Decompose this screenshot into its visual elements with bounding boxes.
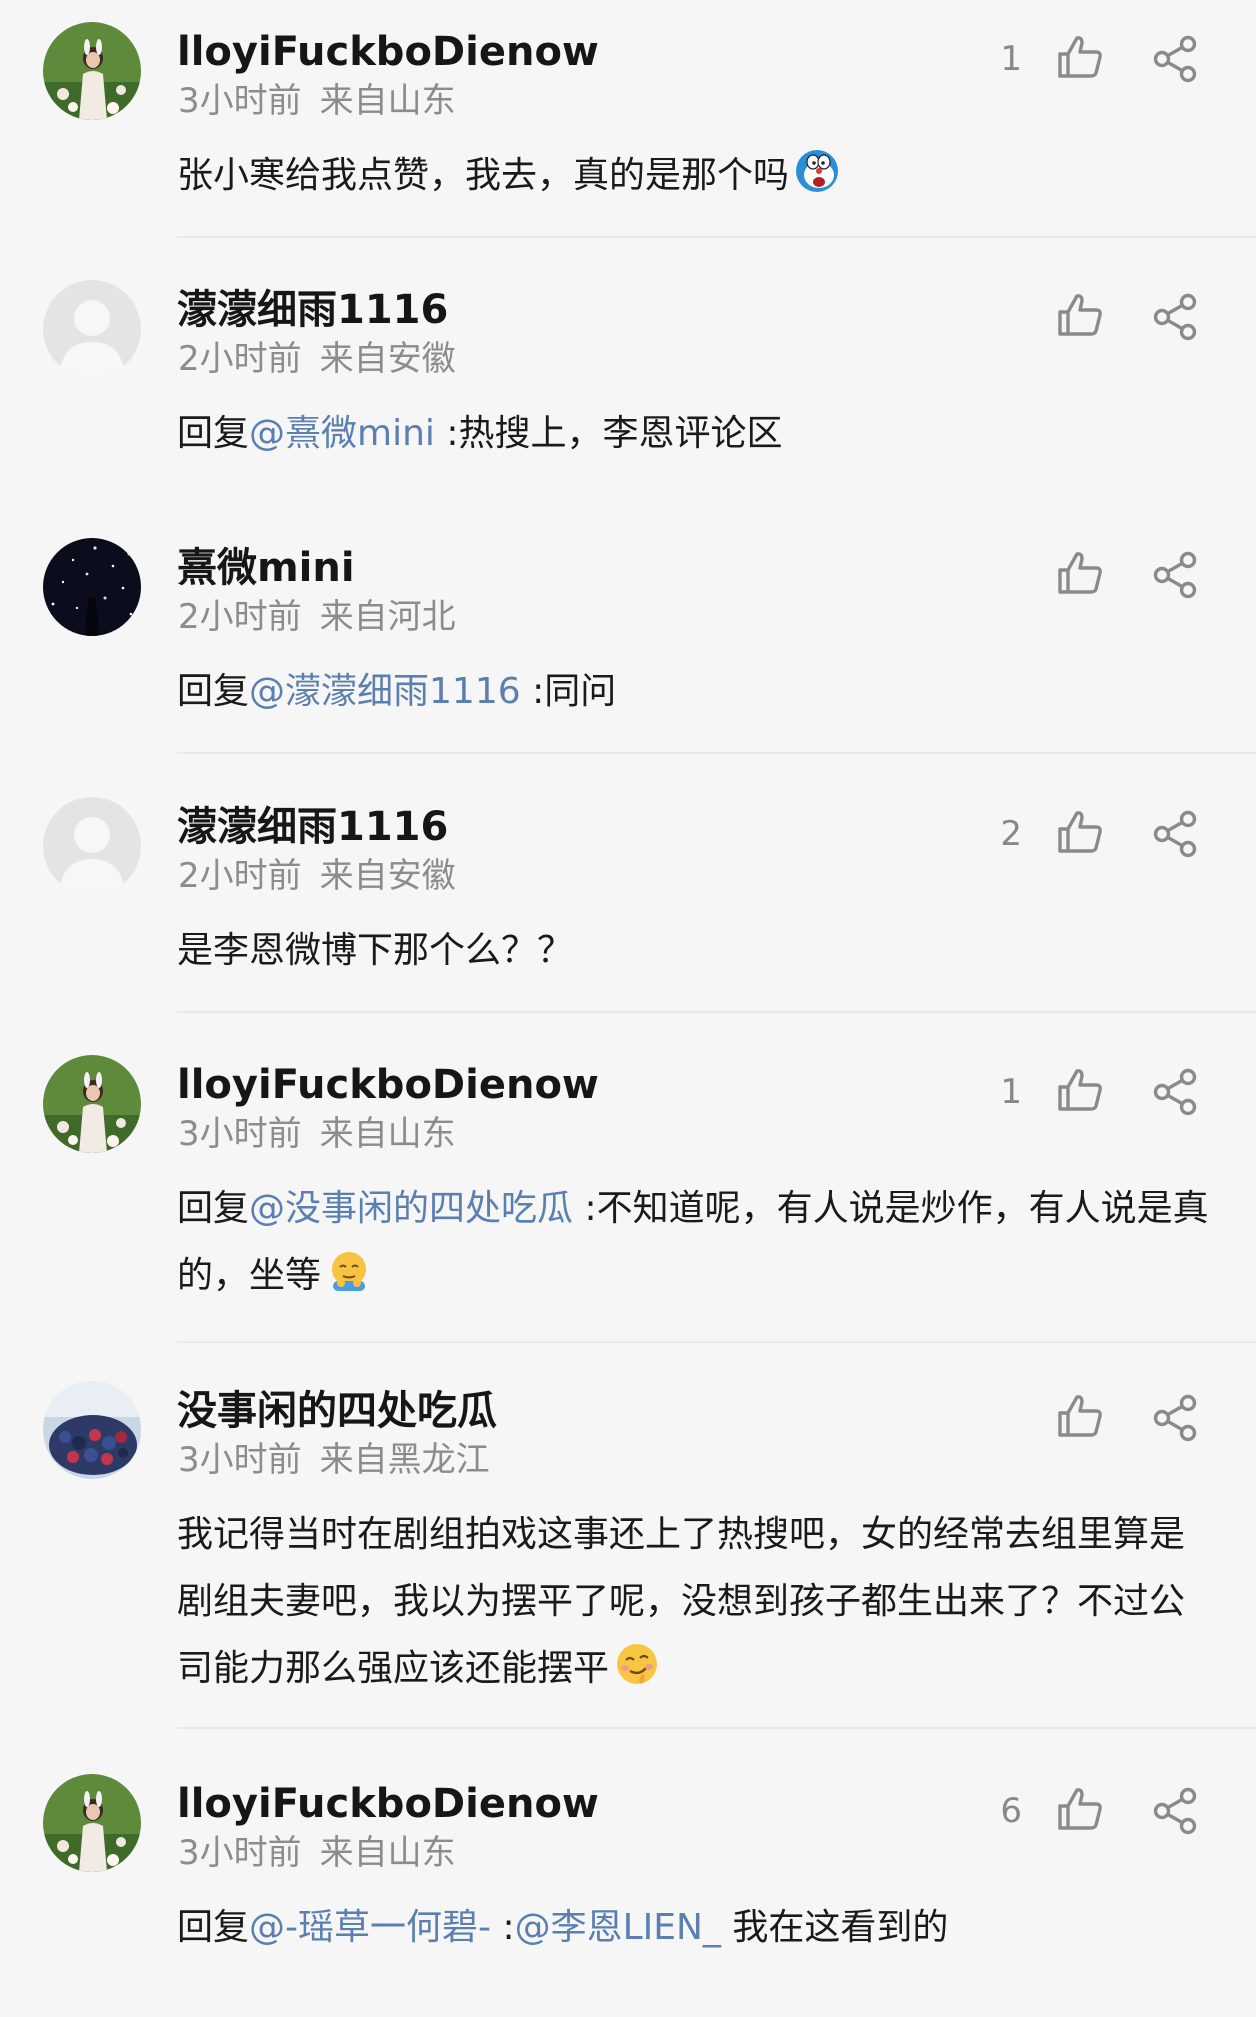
comment-meta: 3小时前 来自山东 [178,78,456,124]
divider [177,1341,1256,1343]
comment-item: 濛濛细雨1116 2小时前 来自安徽 2 是李恩微博下那个么？？ [0,775,1256,1013]
thumbs-up-icon[interactable] [1056,1392,1104,1440]
location: 来自安徽 [319,856,456,896]
share-icon[interactable] [1152,35,1202,83]
comment-text-part: 回复 [177,671,250,712]
share-icon[interactable] [1152,293,1202,341]
doraemon-shocked-emoji [793,147,841,195]
timestamp: 2小时前 [178,597,302,637]
comment-item: 熹微mini 2小时前 来自河北 回复@濛濛细雨1116 :同问 [0,516,1256,754]
divider [177,236,1256,238]
comment-meta: 2小时前 来自安徽 [178,853,456,899]
thumbs-up-icon[interactable] [1056,549,1104,597]
comment-meta: 2小时前 来自河北 [178,594,456,640]
avatar[interactable] [43,22,141,120]
username[interactable]: lloyiFuckboDienow [177,1057,599,1113]
mention-link[interactable]: @-瑶草一何碧- [249,1907,491,1948]
comment-text: 回复@没事闲的四处吃瓜 :不知道呢，有人说是炒作，有人说是真的，坐等 [177,1175,1212,1309]
avatar-girl-image [43,1055,141,1153]
comment-text-part: 回复 [177,1907,250,1948]
comment-text-part: : [491,1907,515,1948]
location: 来自河北 [319,597,456,637]
avatar-berries-image [43,1381,141,1479]
comment-meta: 3小时前 来自黑龙江 [178,1437,490,1483]
thumbs-up-icon[interactable] [1056,1066,1104,1114]
share-icon[interactable] [1152,1787,1202,1835]
avatar[interactable] [43,1381,141,1479]
timestamp: 3小时前 [178,81,302,121]
location: 来自黑龙江 [319,1440,490,1480]
share-icon[interactable] [1152,1394,1202,1442]
divider [177,1727,1256,1729]
divider [177,1011,1256,1013]
avatar[interactable] [43,1774,141,1872]
like-count: 2 [1000,814,1022,854]
share-icon[interactable] [1152,551,1202,599]
username[interactable]: 濛濛细雨1116 [177,282,448,338]
like-count: 6 [1000,1791,1022,1831]
avatar[interactable] [43,538,141,636]
avatar-starry-night-image [43,538,141,636]
thumbs-up-icon[interactable] [1056,1785,1104,1833]
comment-text-part: :热搜上，李恩评论区 [434,413,783,454]
comment-text-part: 回复 [177,413,250,454]
username[interactable]: lloyiFuckboDienow [177,24,599,80]
avatar[interactable] [43,797,141,895]
like-count: 1 [1000,1072,1022,1112]
comment-text: 回复@-瑶草一何碧- :@李恩LIEN_ 我在这看到的 [177,1894,1212,1961]
mention-link[interactable]: @李恩LIEN_ [515,1907,721,1948]
thumbs-up-icon[interactable] [1056,33,1104,81]
avatar[interactable] [43,280,141,378]
mention-link[interactable]: @没事闲的四处吃瓜 [249,1188,573,1229]
timestamp: 2小时前 [178,339,302,379]
comment-text: 回复@濛濛细雨1116 :同问 [177,658,1212,725]
comment-text-part: 回复 [177,1188,250,1229]
divider [177,752,1256,754]
timestamp: 2小时前 [178,856,302,896]
location: 来自安徽 [319,339,456,379]
comment-text: 是李恩微博下那个么？？ [177,917,1212,984]
avatar-girl-image [43,22,141,120]
comment-meta: 3小时前 来自山东 [178,1111,456,1157]
username[interactable]: 熹微mini [177,540,355,596]
location: 来自山东 [319,81,456,121]
comment-feed: lloyiFuckboDienow 3小时前 来自山东 1 张小寒给我点赞，我去，… [0,0,1256,2017]
username[interactable]: lloyiFuckboDienow [177,1776,599,1832]
comment-item: lloyiFuckboDienow 3小时前 来自山东 1 回复@没事闲的四处吃瓜… [0,1033,1256,1343]
comment-item: lloyiFuckboDienow 3小时前 来自山东 1 张小寒给我点赞，我去，… [0,0,1256,238]
timestamp: 3小时前 [178,1440,302,1480]
smirk-emoji [613,1640,661,1688]
comment-text: 张小寒给我点赞，我去，真的是那个吗 [177,142,1212,209]
avatar-girl-image [43,1774,141,1872]
comment-item: 没事闲的四处吃瓜 3小时前 来自黑龙江 我记得当时在剧组拍戏这事还上了热搜吧，女的… [0,1359,1256,1729]
comment-text-part: 我记得当时在剧组拍戏这事还上了热搜吧，女的经常去组里算是剧组夫妻吧，我以为摆平了… [177,1514,1186,1689]
comment-text-part: :同问 [520,671,617,712]
waiting-emoji [325,1247,373,1295]
mention-link[interactable]: @熹微mini [249,413,435,454]
timestamp: 3小时前 [178,1114,302,1154]
comment-meta: 2小时前 来自安徽 [178,336,456,382]
avatar[interactable] [43,1055,141,1153]
share-icon[interactable] [1152,1068,1202,1116]
username[interactable]: 没事闲的四处吃瓜 [177,1383,497,1439]
comment-text-part: 张小寒给我点赞，我去，真的是那个吗 [177,155,790,196]
thumbs-up-icon[interactable] [1056,808,1104,856]
comment-item: 濛濛细雨1116 2小时前 来自安徽 回复@熹微mini :热搜上，李恩评论区 [0,258,1256,496]
thumbs-up-icon[interactable] [1056,291,1104,339]
default-avatar-icon [43,797,141,895]
comment-text: 回复@熹微mini :热搜上，李恩评论区 [177,400,1212,467]
comment-item: lloyiFuckboDienow 3小时前 来自山东 6 回复@-瑶草一何碧- … [0,1752,1256,2017]
timestamp: 3小时前 [178,1833,302,1873]
like-count: 1 [1000,39,1022,79]
mention-link[interactable]: @濛濛细雨1116 [249,671,521,712]
comment-text-part: 我在这看到的 [720,1907,949,1948]
username[interactable]: 濛濛细雨1116 [177,799,448,855]
comment-text-part: 是李恩微博下那个么？？ [177,930,574,971]
comment-meta: 3小时前 来自山东 [178,1830,456,1876]
comment-text: 我记得当时在剧组拍戏这事还上了热搜吧，女的经常去组里算是剧组夫妻吧，我以为摆平了… [177,1501,1212,1702]
share-icon[interactable] [1152,810,1202,858]
location: 来自山东 [319,1833,456,1873]
default-avatar-icon [43,280,141,378]
location: 来自山东 [319,1114,456,1154]
